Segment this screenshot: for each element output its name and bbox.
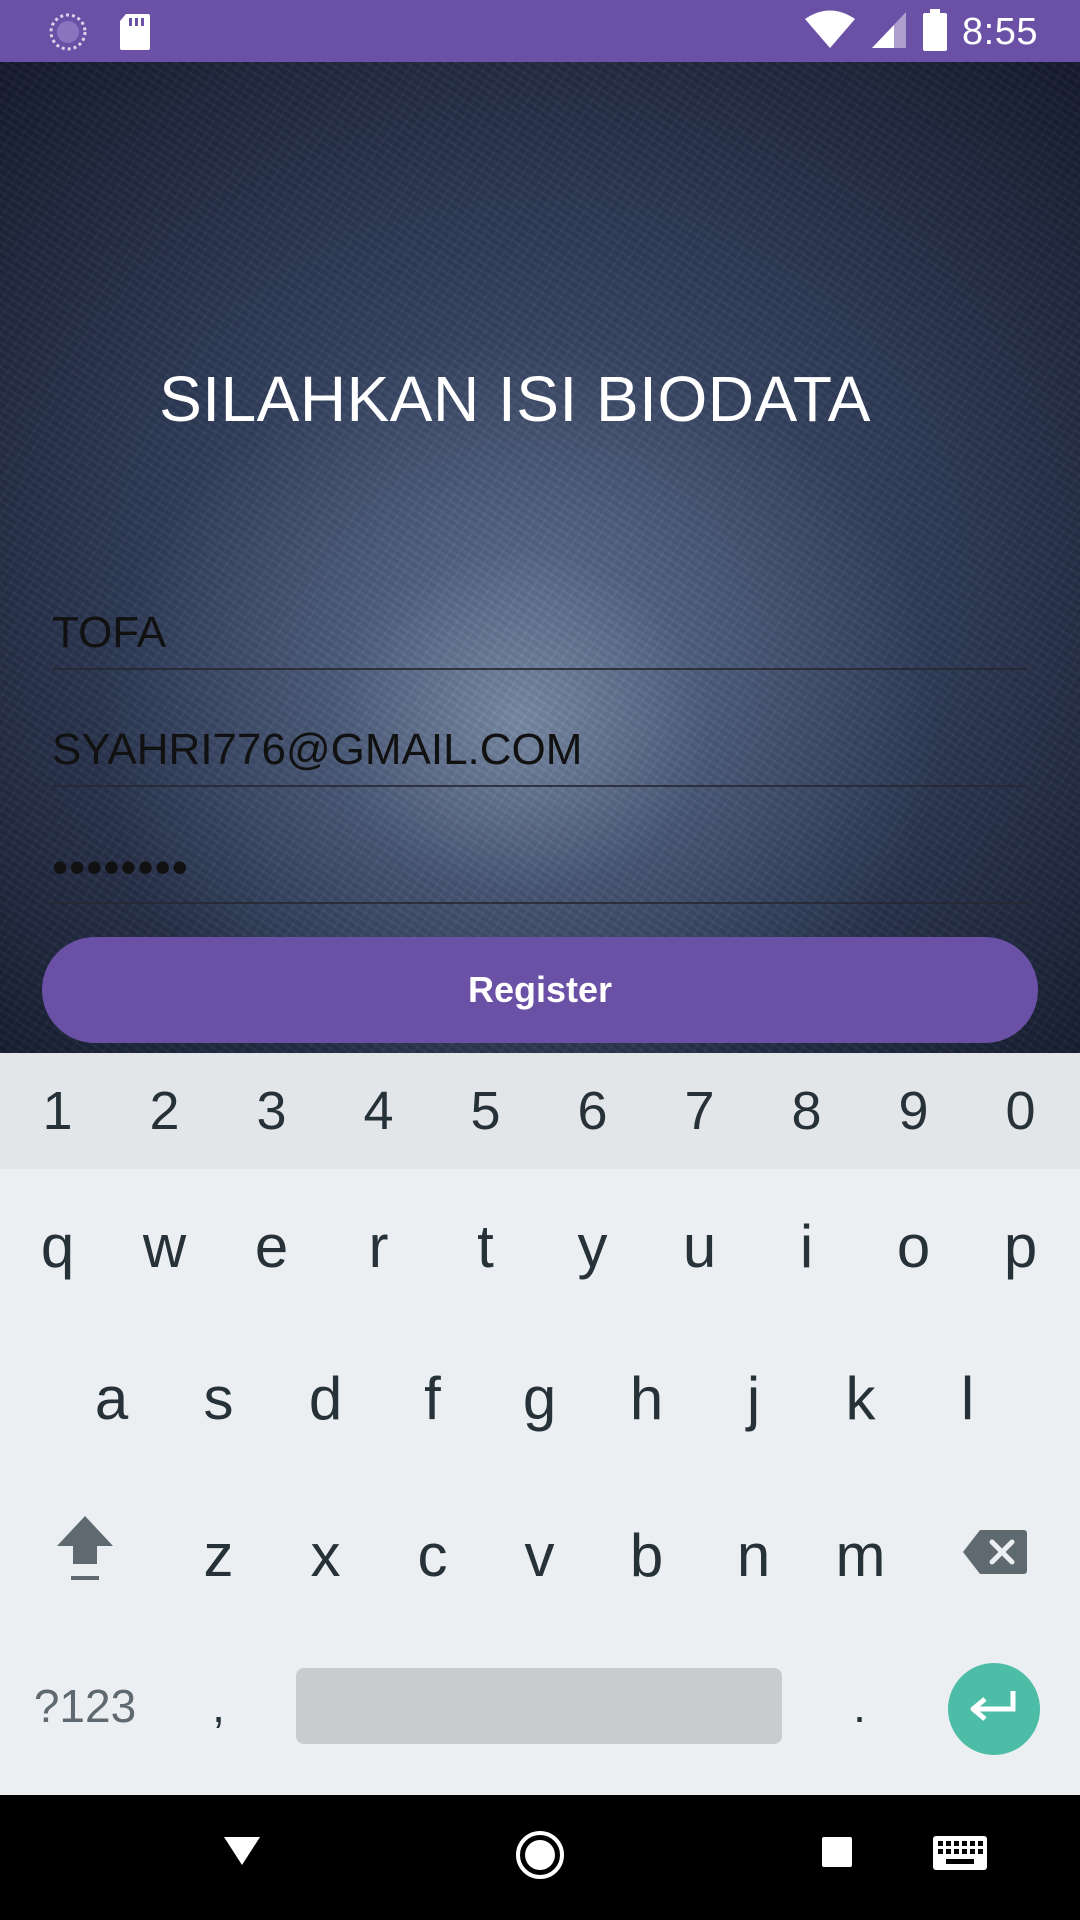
key-c[interactable]: c — [379, 1490, 486, 1620]
key-2[interactable]: 2 — [111, 1053, 218, 1169]
email-field-value: SYAHRI776@GMAIL.COM — [52, 725, 583, 774]
register-button[interactable]: Register — [42, 937, 1038, 1043]
page-title: SILAHKAN ISI BIODATA — [159, 363, 871, 435]
key-3[interactable]: 3 — [218, 1053, 325, 1169]
key-r[interactable]: r — [325, 1181, 432, 1311]
background-texture — [0, 62, 1080, 1053]
battery-icon — [922, 8, 948, 57]
key-u[interactable]: u — [646, 1181, 753, 1311]
symbols-key[interactable]: ?123 — [20, 1641, 150, 1771]
home-icon[interactable] — [514, 1829, 566, 1886]
shift-key[interactable] — [30, 1490, 140, 1620]
enter-icon — [967, 1687, 1021, 1732]
key-x[interactable]: x — [272, 1490, 379, 1620]
name-field[interactable]: TOFA — [52, 590, 1028, 670]
key-5[interactable]: 5 — [432, 1053, 539, 1169]
key-1[interactable]: 1 — [4, 1053, 111, 1169]
key-f[interactable]: f — [379, 1333, 486, 1463]
key-8[interactable]: 8 — [753, 1053, 860, 1169]
key-k[interactable]: k — [807, 1333, 914, 1463]
key-b[interactable]: b — [593, 1490, 700, 1620]
key-y[interactable]: y — [539, 1181, 646, 1311]
wifi-icon — [804, 10, 856, 55]
soft-keyboard: 1 2 3 4 5 6 7 8 9 0 q w e r t y u i o p … — [0, 1053, 1080, 1795]
key-q[interactable]: q — [4, 1181, 111, 1311]
cell-signal-icon — [870, 10, 908, 55]
email-field[interactable]: SYAHRI776@GMAIL.COM — [52, 707, 1028, 787]
key-d[interactable]: d — [272, 1333, 379, 1463]
navigation-bar — [0, 1795, 1080, 1920]
key-z[interactable]: z — [165, 1490, 272, 1620]
sd-card-icon — [118, 12, 152, 57]
backspace-icon — [962, 1521, 1028, 1590]
password-field-value: •••••••• — [52, 841, 189, 893]
comma-key[interactable]: , — [165, 1641, 272, 1771]
shift-icon — [53, 1512, 117, 1598]
key-s[interactable]: s — [165, 1333, 272, 1463]
back-icon[interactable] — [220, 1833, 264, 1874]
status-bar: 8:55 — [0, 0, 1080, 62]
key-o[interactable]: o — [860, 1181, 967, 1311]
key-j[interactable]: j — [700, 1333, 807, 1463]
key-g[interactable]: g — [486, 1333, 593, 1463]
space-key[interactable] — [296, 1668, 782, 1744]
key-p[interactable]: p — [967, 1181, 1074, 1311]
recents-icon[interactable] — [820, 1835, 854, 1874]
key-v[interactable]: v — [486, 1490, 593, 1620]
key-6[interactable]: 6 — [539, 1053, 646, 1169]
clock: 8:55 — [962, 11, 1038, 53]
key-i[interactable]: i — [753, 1181, 860, 1311]
key-m[interactable]: m — [807, 1490, 914, 1620]
password-field[interactable]: •••••••• — [52, 824, 1028, 904]
key-9[interactable]: 9 — [860, 1053, 967, 1169]
number-row: 1 2 3 4 5 6 7 8 9 0 — [0, 1053, 1080, 1169]
backspace-key[interactable] — [940, 1490, 1050, 1620]
key-w[interactable]: w — [111, 1181, 218, 1311]
name-field-value: TOFA — [52, 608, 167, 657]
enter-key[interactable] — [948, 1663, 1040, 1755]
key-t[interactable]: t — [432, 1181, 539, 1311]
loading-icon — [48, 12, 88, 57]
registration-screen: SILAHKAN ISI BIODATA TOFA SYAHRI776@GMAI… — [0, 62, 1080, 1053]
key-e[interactable]: e — [218, 1181, 325, 1311]
key-0[interactable]: 0 — [967, 1053, 1074, 1169]
key-h[interactable]: h — [593, 1333, 700, 1463]
key-4[interactable]: 4 — [325, 1053, 432, 1169]
key-l[interactable]: l — [914, 1333, 1021, 1463]
period-key[interactable]: . — [806, 1641, 913, 1771]
keyboard-icon[interactable] — [932, 1835, 988, 1876]
key-a[interactable]: a — [58, 1333, 165, 1463]
key-7[interactable]: 7 — [646, 1053, 753, 1169]
key-n[interactable]: n — [700, 1490, 807, 1620]
